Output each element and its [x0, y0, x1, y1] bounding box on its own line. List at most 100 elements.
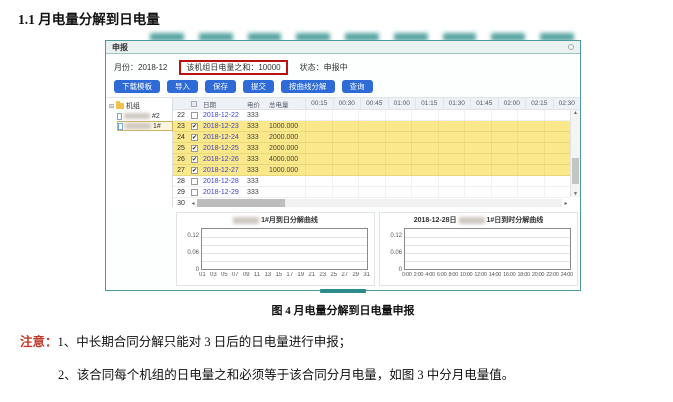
date-cell[interactable]: 2018-12-24 — [203, 134, 247, 141]
time-cell[interactable] — [305, 110, 332, 120]
time-cell[interactable] — [464, 154, 491, 164]
time-cell[interactable] — [464, 143, 491, 153]
time-cell[interactable] — [305, 165, 332, 175]
date-cell[interactable]: 2018-12-27 — [203, 167, 247, 174]
toolbar-button-查询[interactable]: 查询 — [342, 80, 373, 93]
row-checkbox[interactable] — [191, 112, 198, 119]
date-cell[interactable]: 2018-12-22 — [203, 112, 247, 119]
time-cell[interactable] — [464, 165, 491, 175]
time-cell[interactable] — [464, 110, 491, 120]
time-cell[interactable] — [385, 121, 412, 131]
time-cell[interactable] — [491, 110, 518, 120]
time-cell[interactable] — [544, 187, 571, 197]
time-cell[interactable] — [438, 143, 465, 153]
time-cell[interactable] — [438, 154, 465, 164]
date-cell[interactable]: 2018-12-28 — [203, 178, 247, 185]
time-cell[interactable] — [358, 187, 385, 197]
time-cell[interactable] — [438, 110, 465, 120]
time-cell[interactable] — [464, 132, 491, 142]
time-cell[interactable] — [332, 143, 359, 153]
scroll-right-icon[interactable]: ▸ — [562, 200, 570, 207]
date-cell[interactable]: 2018-12-23 — [203, 123, 247, 130]
toolbar-button-按曲线分解[interactable]: 按曲线分解 — [281, 80, 335, 93]
time-cell[interactable] — [305, 143, 332, 153]
time-cell[interactable] — [544, 143, 571, 153]
time-cell[interactable] — [358, 176, 385, 186]
time-cell[interactable] — [358, 121, 385, 131]
time-cell[interactable] — [411, 121, 438, 131]
time-cell[interactable] — [517, 154, 544, 164]
vscroll-thumb[interactable] — [572, 158, 579, 184]
time-cell[interactable] — [438, 176, 465, 186]
scroll-up-icon[interactable]: ▲ — [571, 110, 580, 116]
date-cell[interactable]: 2018-12-25 — [203, 145, 247, 152]
time-cell[interactable] — [491, 165, 518, 175]
time-cell[interactable] — [517, 121, 544, 131]
time-cell[interactable] — [544, 121, 571, 131]
row-checkbox[interactable] — [191, 167, 198, 174]
time-cell[interactable] — [358, 110, 385, 120]
time-cell[interactable] — [544, 132, 571, 142]
time-cell[interactable] — [491, 121, 518, 131]
time-cell[interactable] — [385, 143, 412, 153]
time-cell[interactable] — [385, 154, 412, 164]
time-cell[interactable] — [411, 165, 438, 175]
time-cell[interactable] — [358, 143, 385, 153]
window-resize-handle[interactable] — [320, 289, 366, 293]
time-cell[interactable] — [411, 143, 438, 153]
time-cell[interactable] — [332, 165, 359, 175]
row-checkbox[interactable] — [191, 123, 198, 130]
hscroll-thumb[interactable] — [197, 199, 285, 207]
table-row[interactable]: 222018-12-22333 — [173, 110, 570, 121]
time-cell[interactable] — [438, 121, 465, 131]
time-cell[interactable] — [305, 121, 332, 131]
time-cell[interactable] — [358, 165, 385, 175]
table-row[interactable]: 282018-12-28333 — [173, 176, 570, 187]
table-row[interactable]: 242018-12-243332000.000 — [173, 132, 570, 143]
table-row[interactable]: 232018-12-233331000.000 — [173, 121, 570, 132]
scroll-left-icon[interactable]: ◂ — [189, 200, 197, 207]
tree-item-unit[interactable]: #2 — [117, 111, 172, 121]
time-cell[interactable] — [411, 176, 438, 186]
time-cell[interactable] — [438, 187, 465, 197]
row-checkbox[interactable] — [191, 178, 198, 185]
date-cell[interactable]: 2018-12-29 — [203, 189, 247, 196]
table-row[interactable]: 252018-12-253332000.000 — [173, 143, 570, 154]
time-cell[interactable] — [438, 132, 465, 142]
time-cell[interactable] — [385, 110, 412, 120]
date-cell[interactable]: 2018-12-26 — [203, 156, 247, 163]
time-cell[interactable] — [332, 132, 359, 142]
time-cell[interactable] — [305, 132, 332, 142]
header-checkbox[interactable] — [191, 101, 197, 107]
time-cell[interactable] — [464, 121, 491, 131]
col-checkbox[interactable] — [189, 101, 203, 107]
close-icon[interactable] — [568, 44, 574, 50]
time-cell[interactable] — [491, 143, 518, 153]
time-cell[interactable] — [438, 165, 465, 175]
time-cell[interactable] — [411, 132, 438, 142]
time-cell[interactable] — [305, 154, 332, 164]
time-cell[interactable] — [517, 110, 544, 120]
time-cell[interactable] — [544, 154, 571, 164]
toolbar-button-导入[interactable]: 导入 — [167, 80, 198, 93]
time-cell[interactable] — [544, 176, 571, 186]
time-cell[interactable] — [517, 187, 544, 197]
row-checkbox[interactable] — [191, 145, 198, 152]
tree-root[interactable]: ⊟ 机组 — [109, 101, 172, 111]
time-cell[interactable] — [332, 154, 359, 164]
time-cell[interactable] — [491, 176, 518, 186]
time-cell[interactable] — [385, 132, 412, 142]
time-cell[interactable] — [517, 132, 544, 142]
time-cell[interactable] — [411, 154, 438, 164]
time-cell[interactable] — [544, 165, 571, 175]
scroll-down-icon[interactable]: ▼ — [571, 191, 580, 197]
time-cell[interactable] — [332, 187, 359, 197]
time-cell[interactable] — [464, 176, 491, 186]
row-checkbox[interactable] — [191, 156, 198, 163]
toolbar-button-提交[interactable]: 提交 — [243, 80, 274, 93]
time-cell[interactable] — [332, 121, 359, 131]
time-cell[interactable] — [385, 176, 412, 186]
horizontal-scrollbar[interactable] — [197, 199, 562, 207]
time-cell[interactable] — [385, 165, 412, 175]
row-checkbox[interactable] — [191, 134, 198, 141]
